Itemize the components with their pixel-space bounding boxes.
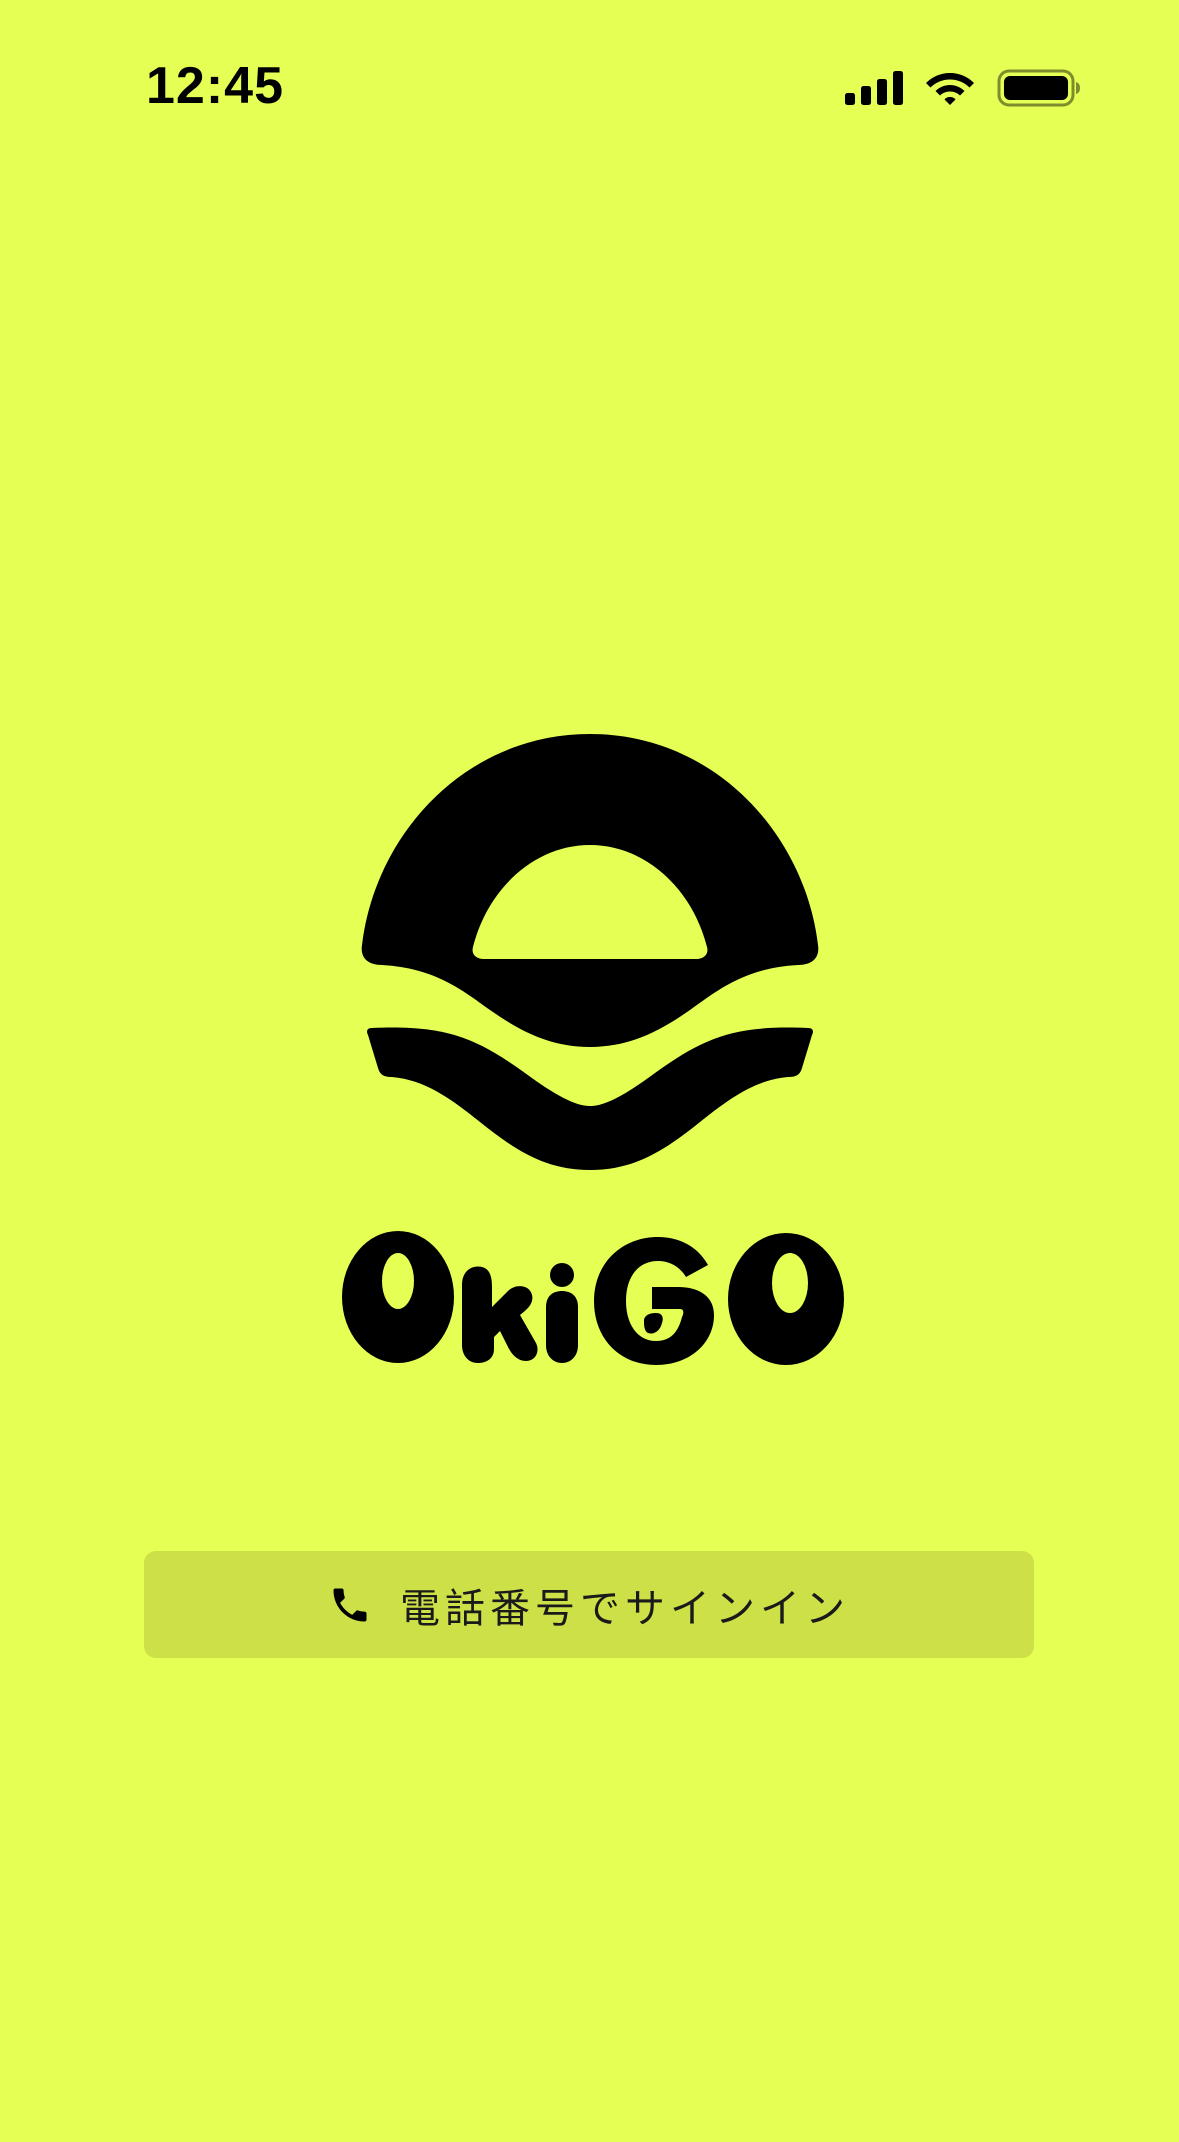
status-bar: 12:45: [0, 0, 1179, 180]
okigo-wordmark: [342, 1231, 844, 1365]
phone-signin-button[interactable]: 電話番号でサインイン: [144, 1551, 1034, 1658]
cellular-signal-icon: [845, 71, 903, 105]
sign-in-screen: 12:45 電話番号でサインイン: [0, 0, 1179, 2142]
status-icons: [845, 64, 1081, 112]
signin-label: 電話番号でサインイン: [400, 1585, 850, 1632]
phone-icon: [328, 1583, 372, 1627]
status-time: 12:45: [146, 57, 284, 115]
battery-icon: [997, 68, 1081, 108]
wifi-icon: [925, 70, 975, 106]
okigo-logo-icon: [361, 734, 819, 1170]
